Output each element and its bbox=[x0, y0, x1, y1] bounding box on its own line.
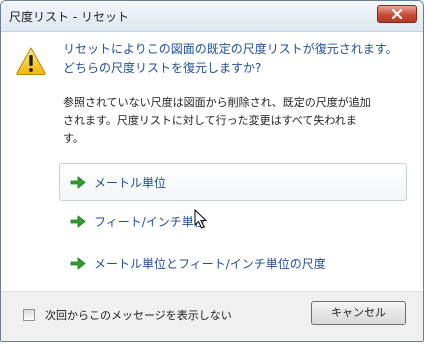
window-title: 尺度リスト - リセット bbox=[9, 10, 129, 24]
description-line: す。 bbox=[63, 132, 84, 145]
title-bar[interactable]: 尺度リスト - リセット bbox=[1, 1, 423, 32]
dont-show-again-label[interactable]: 次回からこのメッセージを表示しない bbox=[45, 307, 232, 323]
dont-show-again-checkbox[interactable] bbox=[23, 309, 35, 321]
main-instruction-line: どちらの尺度リストを復元しますか? bbox=[63, 61, 262, 75]
option-label: メートル単位とフィート/インチ単位の尺度 bbox=[94, 257, 326, 271]
close-button[interactable] bbox=[377, 5, 417, 23]
dialog-content: リセットによりこの図面の既定の尺度リストが復元されます。 どちらの尺度リストを復… bbox=[1, 32, 423, 291]
warning-icon bbox=[16, 46, 46, 75]
description-line: されます。尺度リストに対して行った変更はすべて失われま bbox=[63, 114, 357, 127]
option-metric[interactable]: メートル単位 bbox=[59, 163, 407, 201]
close-icon bbox=[391, 9, 403, 19]
description-text: 参照されていない尺度は図面から削除され、既定の尺度が追加 されます。尺度リストに… bbox=[63, 94, 413, 148]
option-imperial[interactable]: フィート/インチ単位 bbox=[59, 202, 407, 240]
green-arrow-icon bbox=[70, 257, 86, 270]
green-arrow-icon bbox=[70, 176, 86, 189]
green-arrow-icon bbox=[70, 215, 86, 228]
cancel-button[interactable]: キャンセル bbox=[311, 301, 406, 325]
reset-scale-list-dialog: 尺度リスト - リセット リセットによりこの図面の既定の尺度リストが復元されます… bbox=[0, 0, 424, 342]
dialog-footer: 次回からこのメッセージを表示しない キャンセル bbox=[1, 291, 423, 341]
option-label: フィート/インチ単位 bbox=[94, 215, 206, 229]
mouse-cursor-icon bbox=[194, 209, 208, 229]
main-instruction: リセットによりこの図面の既定の尺度リストが復元されます。 どちらの尺度リストを復… bbox=[63, 40, 408, 78]
main-instruction-line: リセットによりこの図面の既定の尺度リストが復元されます。 bbox=[63, 42, 398, 56]
option-label: メートル単位 bbox=[94, 176, 167, 190]
option-metric-and-imperial[interactable]: メートル単位とフィート/インチ単位の尺度 bbox=[59, 244, 407, 282]
description-line: 参照されていない尺度は図面から削除され、既定の尺度が追加 bbox=[63, 96, 371, 109]
